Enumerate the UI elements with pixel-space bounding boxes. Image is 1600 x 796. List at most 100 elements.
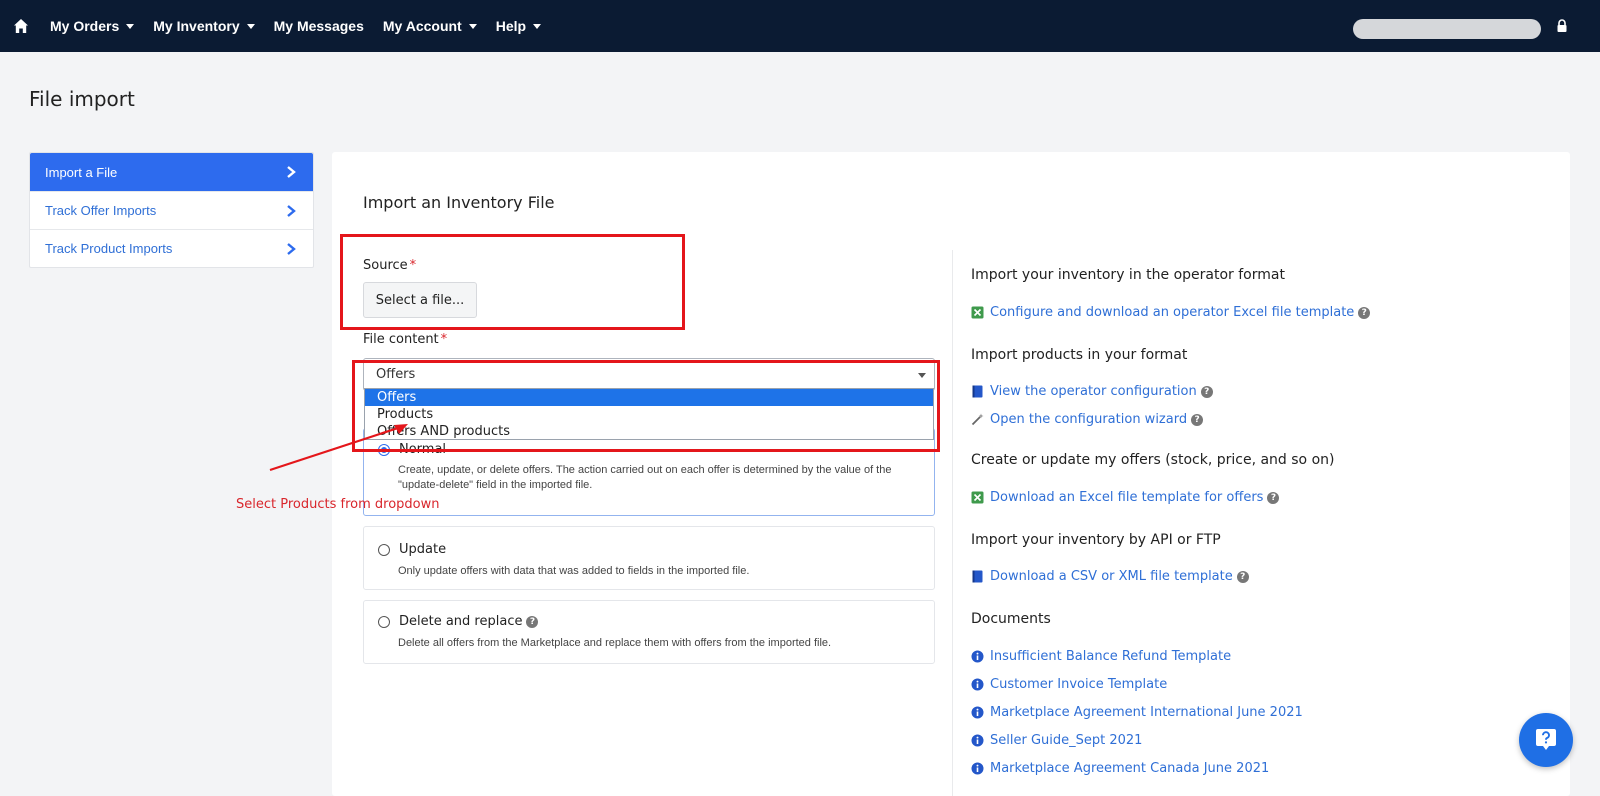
mode-label: Update [399, 542, 447, 557]
file-content-label: File content * [363, 332, 447, 347]
info-icon [971, 762, 984, 775]
dropdown-option-offers[interactable]: Offers [365, 389, 933, 406]
mode-description: Delete all offers from the Marketplace a… [398, 637, 832, 649]
nav-label: My Orders [50, 18, 120, 34]
annotation-arrow-icon [269, 424, 408, 472]
nav-label: My Inventory [153, 18, 240, 34]
sidebar-item-label: Track Offer Imports [45, 203, 157, 218]
nav-label: My Messages [273, 18, 364, 34]
chevron-right-icon [287, 242, 296, 255]
column-divider [952, 250, 953, 796]
sidebar-item-track-product-imports[interactable]: Track Product Imports [30, 229, 313, 267]
document-link[interactable]: Customer Invoice Template [971, 677, 1167, 692]
excel-icon [971, 306, 984, 319]
lock-icon[interactable] [1556, 19, 1568, 33]
caret-down-icon [246, 23, 255, 29]
card-title: Import an Inventory File [363, 193, 555, 212]
file-content-select[interactable]: Offers [363, 358, 935, 391]
annotation-caption: Select Products from dropdown [236, 497, 440, 512]
link-download-csv-xml-template[interactable]: Download a CSV or XML file template? [971, 569, 1249, 584]
help-circle-icon[interactable]: ? [1358, 306, 1371, 319]
chevron-right-icon [287, 204, 296, 217]
radio-unchecked[interactable] [378, 615, 390, 628]
source-label-text: Source [363, 258, 408, 273]
chevron-right-icon [287, 166, 296, 178]
top-nav-bar: My Orders My Inventory My Messages My Ac… [0, 0, 1600, 52]
help-circle-icon[interactable]: ? [526, 615, 539, 628]
file-content-value: Offers [376, 367, 416, 382]
home-icon[interactable] [13, 18, 29, 34]
nav-my-orders[interactable]: My Orders [50, 18, 135, 34]
link-label: Configure and download an operator Excel… [990, 305, 1355, 320]
link-label: Customer Invoice Template [990, 677, 1168, 692]
caret-down-icon [126, 23, 135, 29]
wand-icon [971, 413, 984, 426]
section-heading-api-ftp: Import your inventory by API or FTP [971, 532, 1221, 548]
mode-delete-replace-radio[interactable]: Delete and replace? [378, 614, 539, 629]
help-circle-icon[interactable]: ? [1191, 413, 1204, 426]
link-configure-operator-template[interactable]: Configure and download an operator Excel… [971, 305, 1371, 320]
file-content-dropdown-list: Offers Products Offers AND products [364, 388, 934, 440]
section-heading-create-update-offers: Create or update my offers (stock, price… [971, 452, 1335, 468]
help-circle-icon[interactable]: ? [1200, 385, 1213, 398]
dropdown-option-products[interactable]: Products [365, 406, 933, 423]
sidebar-item-label: Track Product Imports [45, 241, 173, 256]
dropdown-option-offers-and-products[interactable]: Offers AND products [365, 423, 933, 440]
info-icon [971, 734, 984, 747]
sidebar-item-track-offer-imports[interactable]: Track Offer Imports [30, 191, 313, 229]
user-account-pill[interactable] [1353, 19, 1541, 39]
caret-down-icon [918, 373, 926, 378]
link-download-excel-offers-template[interactable]: Download an Excel file template for offe… [971, 490, 1280, 505]
sidebar-menu: Import a File Track Offer Imports Track … [29, 152, 314, 268]
nav-label: Help [495, 18, 527, 34]
help-circle-icon[interactable]: ? [1236, 570, 1249, 583]
link-open-configuration-wizard[interactable]: Open the configuration wizard? [971, 412, 1204, 427]
info-icon [971, 650, 984, 663]
import-card: Import an Inventory File Source * Select … [332, 152, 1570, 796]
document-link[interactable]: Marketplace Agreement Canada June 2021 [971, 761, 1269, 776]
info-icon [971, 678, 984, 691]
help-circle-icon[interactable]: ? [1267, 491, 1280, 504]
sidebar-item-label: Import a File [45, 164, 118, 180]
section-heading-products-format: Import products in your format [971, 347, 1188, 363]
link-label: Insufficient Balance Refund Template [990, 649, 1232, 664]
nav-menu: My Orders My Inventory My Messages My Ac… [50, 0, 560, 52]
nav-my-account[interactable]: My Account [383, 18, 477, 34]
nav-my-inventory[interactable]: My Inventory [153, 18, 255, 34]
nav-my-messages[interactable]: My Messages [274, 18, 364, 34]
book-icon [972, 385, 983, 398]
link-label: Marketplace Agreement Canada June 2021 [990, 761, 1270, 776]
mode-delete-replace-panel[interactable]: Delete and replace? Delete all offers fr… [363, 600, 935, 664]
page-title: File import [29, 87, 135, 111]
link-label: Download an Excel file template for offe… [990, 490, 1264, 505]
floating-help-button[interactable] [1519, 713, 1573, 767]
sidebar-item-import-a-file[interactable]: Import a File [30, 153, 313, 191]
section-heading-documents: Documents [971, 611, 1051, 627]
document-link[interactable]: Seller Guide_Sept 2021 [971, 733, 1142, 748]
section-heading-operator-format: Import your inventory in the operator fo… [971, 267, 1285, 283]
link-label: Seller Guide_Sept 2021 [990, 733, 1143, 748]
mode-description: Create, update, or delete offers. The ac… [398, 464, 892, 491]
nav-help[interactable]: Help [495, 18, 542, 34]
mode-label: Delete and replace [399, 614, 523, 629]
mode-update-radio[interactable]: Update [378, 542, 446, 557]
caret-down-icon [533, 23, 542, 29]
source-label: Source * [363, 258, 416, 273]
link-view-operator-configuration[interactable]: View the operator configuration? [971, 384, 1213, 399]
select-file-button[interactable]: Select a file... [363, 282, 477, 318]
radio-unchecked[interactable] [378, 543, 390, 556]
link-label: Marketplace Agreement International June… [990, 705, 1303, 720]
book-icon [972, 570, 983, 583]
mode-normal-panel[interactable]: Normal Create, update, or delete offers.… [363, 428, 935, 516]
document-link[interactable]: Marketplace Agreement International June… [971, 705, 1303, 720]
help-chat-icon [1536, 729, 1556, 750]
file-content-label-text: File content [363, 332, 439, 347]
document-link[interactable]: Insufficient Balance Refund Template [971, 649, 1231, 664]
link-label: Open the configuration wizard [990, 412, 1188, 427]
required-mark: * [440, 332, 448, 347]
mode-description: Only update offers with data that was ad… [398, 565, 750, 577]
mode-update-panel[interactable]: Update Only update offers with data that… [363, 526, 935, 590]
nav-label: My Account [382, 18, 462, 34]
excel-icon [971, 491, 984, 504]
link-label: Download a CSV or XML file template [990, 569, 1233, 584]
